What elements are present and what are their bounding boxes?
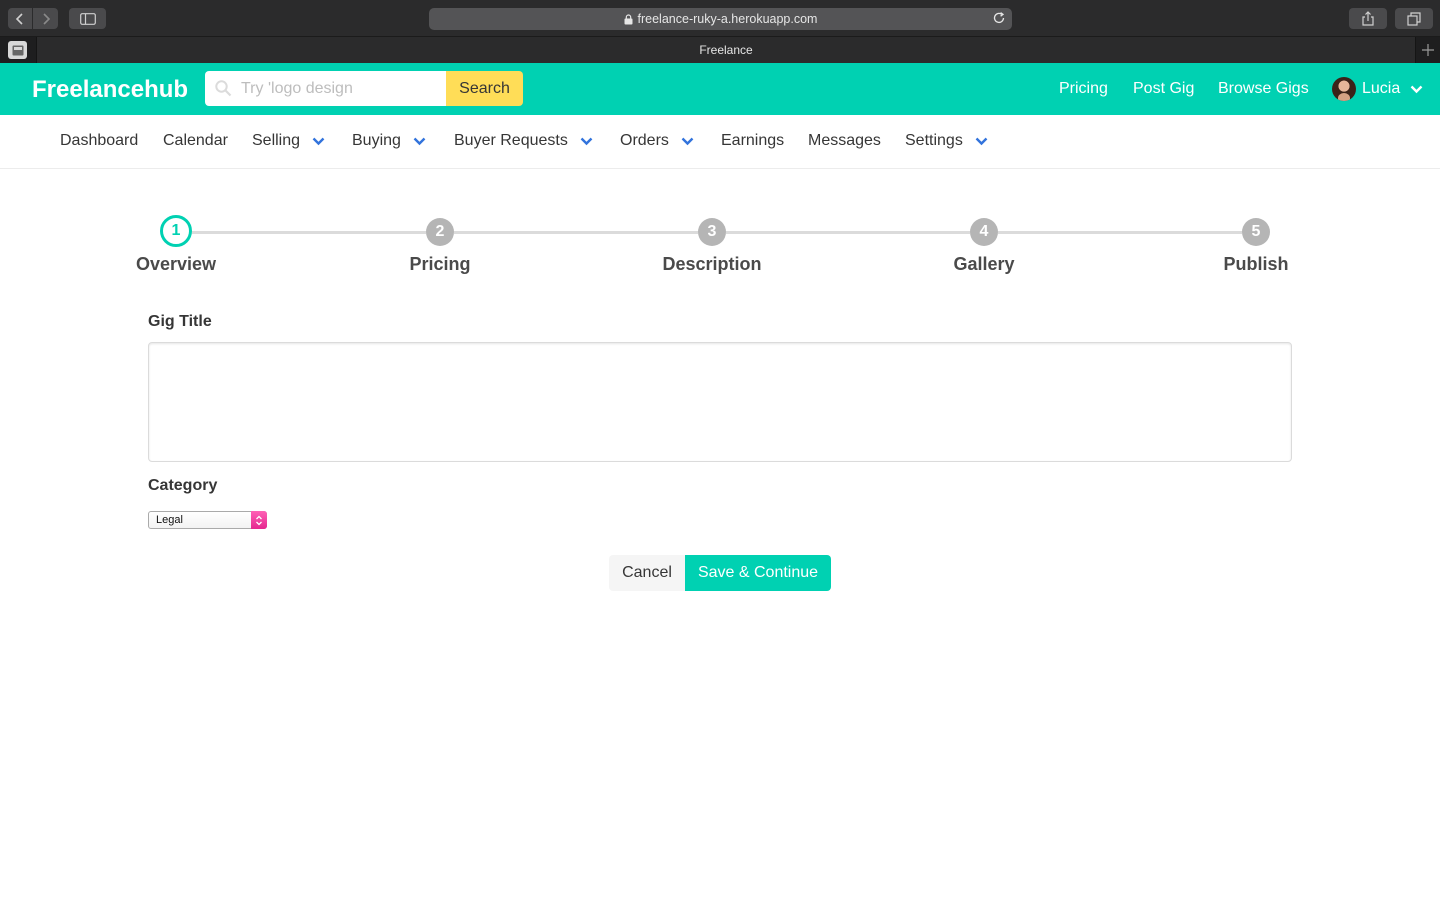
search-field	[205, 71, 446, 106]
chevron-down-icon	[1410, 85, 1423, 94]
share-button[interactable]	[1349, 8, 1387, 29]
forward-button[interactable]	[33, 8, 58, 29]
chevron-down-icon	[580, 137, 593, 146]
nav-buyer-requests[interactable]: Buyer Requests	[454, 132, 593, 150]
step-5-marker[interactable]: 5	[1242, 218, 1270, 246]
tab-title: Freelance	[699, 43, 753, 57]
step-3-marker[interactable]: 3	[698, 218, 726, 246]
sidebar-toggle-button[interactable]	[69, 8, 106, 29]
category-selected-value: Legal	[156, 514, 183, 526]
user-menu[interactable]: Lucia	[1332, 77, 1423, 101]
step-4-label: Gallery	[953, 254, 1015, 274]
search-input[interactable]	[241, 71, 441, 106]
nav-label: Dashboard	[60, 132, 139, 149]
brand-logo[interactable]: Freelancehub	[32, 76, 188, 104]
browse-gigs-link[interactable]: Browse Gigs	[1218, 80, 1309, 98]
dashboard-nav: Dashboard Calendar Selling Buying Buyer …	[0, 115, 1440, 169]
step-1-marker[interactable]: 1	[160, 215, 192, 247]
nav-selling[interactable]: Selling	[252, 132, 325, 150]
step-4-marker[interactable]: 4	[970, 218, 998, 246]
plus-icon	[1422, 44, 1434, 56]
chevron-left-icon	[15, 12, 23, 25]
history-buttons	[8, 8, 58, 29]
step-connector	[726, 231, 970, 234]
category-select[interactable]: Legal	[148, 511, 267, 529]
nav-orders[interactable]: Orders	[620, 132, 694, 150]
chevron-down-icon	[681, 137, 694, 146]
post-gig-link[interactable]: Post Gig	[1133, 80, 1194, 98]
nav-settings[interactable]: Settings	[905, 132, 988, 150]
nav-label: Buyer Requests	[454, 132, 568, 149]
step-2-label: Pricing	[409, 254, 471, 274]
nav-buying[interactable]: Buying	[352, 132, 426, 150]
step-connector	[192, 231, 426, 234]
back-button[interactable]	[8, 8, 33, 29]
browser-toolbar: freelance-ruky-a.herokuapp.com	[0, 0, 1440, 37]
chevron-right-icon	[42, 12, 50, 25]
address-bar[interactable]: freelance-ruky-a.herokuapp.com	[429, 8, 1012, 30]
category-label: Category	[148, 477, 218, 494]
show-tabs-button[interactable]	[1395, 8, 1433, 29]
chevron-down-icon	[975, 137, 988, 146]
avatar	[1332, 77, 1356, 101]
reload-icon[interactable]	[992, 11, 1006, 28]
nav-calendar[interactable]: Calendar	[163, 132, 228, 150]
chevron-down-icon	[312, 137, 325, 146]
search-icon	[215, 80, 232, 102]
nav-label: Buying	[352, 132, 401, 149]
step-connector	[454, 231, 698, 234]
tab-bar: Freelance	[0, 37, 1440, 63]
nav-label: Calendar	[163, 132, 228, 149]
pricing-link[interactable]: Pricing	[1059, 80, 1108, 98]
step-connector	[998, 231, 1242, 234]
site-header: Freelancehub Search Pricing Post Gig Bro…	[0, 63, 1440, 115]
nav-messages[interactable]: Messages	[808, 132, 881, 150]
step-2-marker[interactable]: 2	[426, 218, 454, 246]
select-arrows-icon	[251, 511, 267, 529]
gig-title-textarea[interactable]	[148, 342, 1292, 462]
step-3-label: Description	[662, 254, 762, 274]
nav-label: Orders	[620, 132, 669, 149]
nav-label: Settings	[905, 132, 963, 149]
url-text: freelance-ruky-a.herokuapp.com	[637, 12, 818, 26]
user-name: Lucia	[1362, 80, 1401, 97]
step-5-label: Publish	[1223, 254, 1289, 274]
gig-title-label: Gig Title	[148, 313, 212, 330]
nav-label: Earnings	[721, 132, 785, 149]
active-tab[interactable]: Freelance	[36, 37, 1416, 63]
lock-icon	[624, 13, 633, 25]
search-button[interactable]: Search	[446, 71, 523, 106]
share-icon	[1362, 11, 1374, 26]
sidebar-icon	[79, 12, 96, 25]
cancel-button[interactable]: Cancel	[609, 555, 685, 591]
nav-earnings[interactable]: Earnings	[721, 132, 784, 150]
save-continue-button[interactable]: Save & Continue	[685, 555, 831, 591]
new-tab-button[interactable]	[1419, 41, 1437, 59]
nav-label: Messages	[808, 132, 881, 149]
nav-dashboard[interactable]: Dashboard	[60, 132, 138, 150]
chevron-down-icon	[413, 137, 426, 146]
step-1-label: Overview	[135, 254, 217, 274]
nav-label: Selling	[252, 132, 301, 149]
tabs-icon	[1407, 11, 1421, 26]
pinned-tab-icon[interactable]	[8, 41, 27, 59]
